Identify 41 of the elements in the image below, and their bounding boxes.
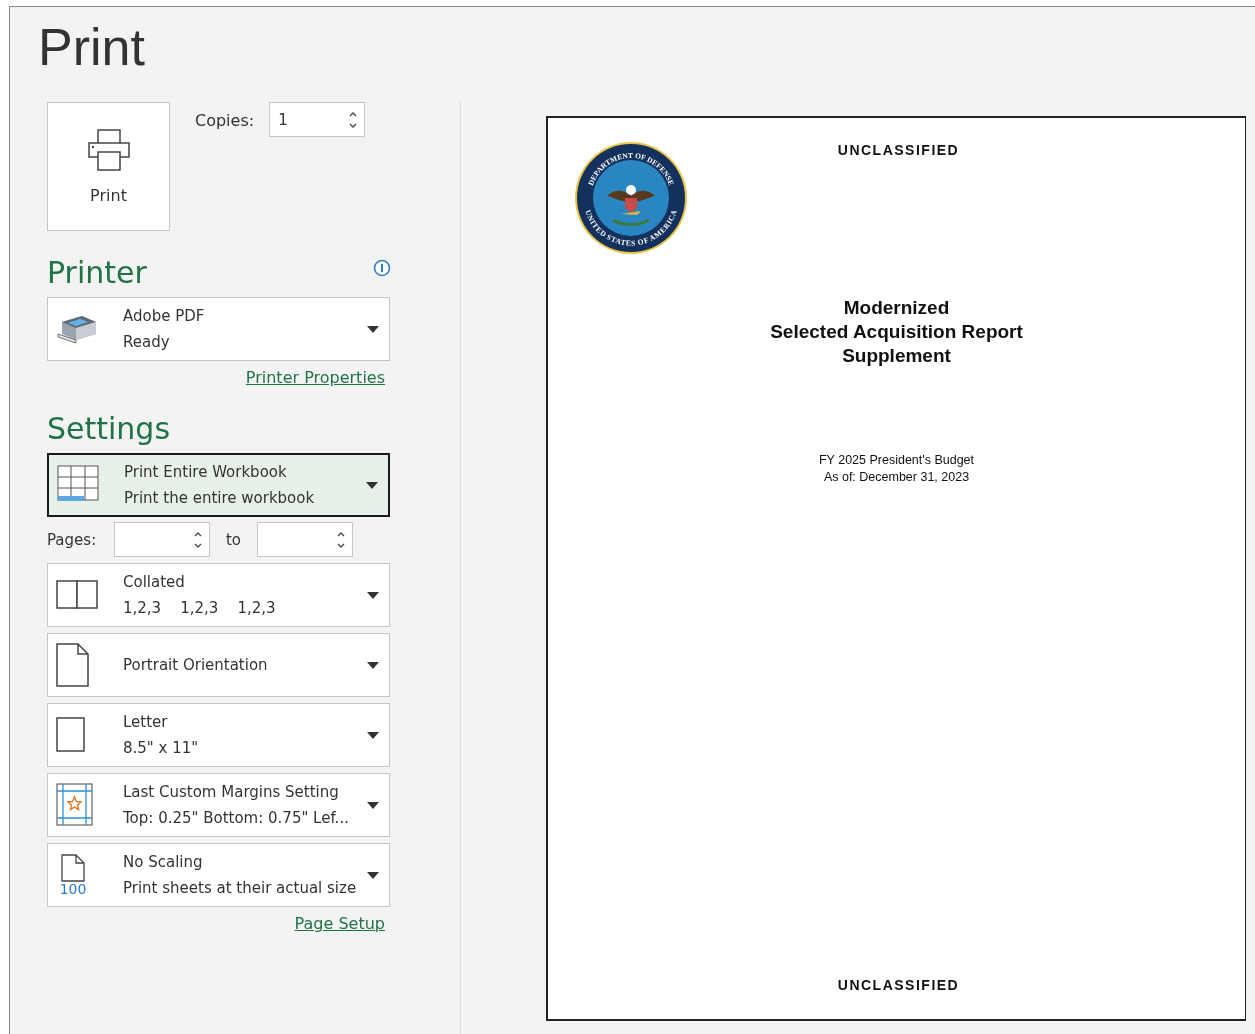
info-icon — [373, 259, 391, 278]
page-icon — [56, 717, 86, 754]
caret-icon — [367, 731, 379, 739]
settings-dropdown[interactable]: Print Entire Workbook Print the entire workbook — [47, 453, 390, 518]
classification-label: UNCLASSIFIED — [836, 142, 960, 159]
classification-label: UNCLASSIFIED — [836, 977, 960, 994]
settings-dropdown[interactable]: Collated 1,2,3 1,2,3 1,2,3 — [47, 563, 390, 628]
scale-number: 100 — [59, 882, 87, 897]
to-label: to — [224, 530, 243, 549]
section-heading: Printer — [47, 255, 147, 292]
document-title: Supplement — [841, 344, 952, 369]
printer-properties-link[interactable]: Printer Properties — [245, 368, 385, 388]
page-setup-link[interactable]: Page Setup — [294, 914, 385, 934]
pages-label: Pages: — [47, 530, 98, 549]
page-icon — [61, 854, 85, 883]
caret-icon — [367, 661, 379, 669]
page-number-field[interactable] — [114, 522, 210, 558]
settings-dropdown[interactable]: 100 No Scaling Print sheets at their actual size — [47, 843, 390, 908]
copies-field[interactable]: 1 — [269, 102, 366, 138]
caret-icon — [367, 591, 379, 599]
portrait-page-icon — [56, 643, 90, 688]
caret-icon — [367, 325, 379, 333]
page-title: Print — [38, 19, 146, 77]
collated-pages-icon — [56, 580, 100, 611]
printer-icon — [85, 128, 132, 173]
copies-label: Copies: — [195, 111, 255, 131]
caret-icon — [367, 871, 379, 879]
margins-icon — [56, 783, 94, 828]
document-subtitle: As of: December 31, 2023 — [822, 469, 971, 487]
caret-icon — [366, 481, 378, 489]
printer-dropdown[interactable]: Adobe PDF Ready — [47, 297, 390, 362]
document-title: Modernized — [842, 296, 951, 321]
print-button[interactable]: Print — [47, 102, 170, 232]
caret-icon — [367, 801, 379, 809]
section-heading: Settings — [47, 411, 171, 448]
document-title: Selected Acquisition Report — [770, 320, 1023, 345]
settings-dropdown[interactable]: Last Custom Margins Setting Top: 0.25" Bottom: 0.75" Lef... — [47, 773, 390, 838]
document-subtitle: FY 2025 President's Budget — [818, 452, 974, 470]
settings-dropdown[interactable]: Portrait Orientation — [47, 633, 390, 698]
page-number-field[interactable] — [257, 522, 353, 558]
settings-dropdown[interactable]: Letter 8.5" x 11" — [47, 703, 390, 768]
